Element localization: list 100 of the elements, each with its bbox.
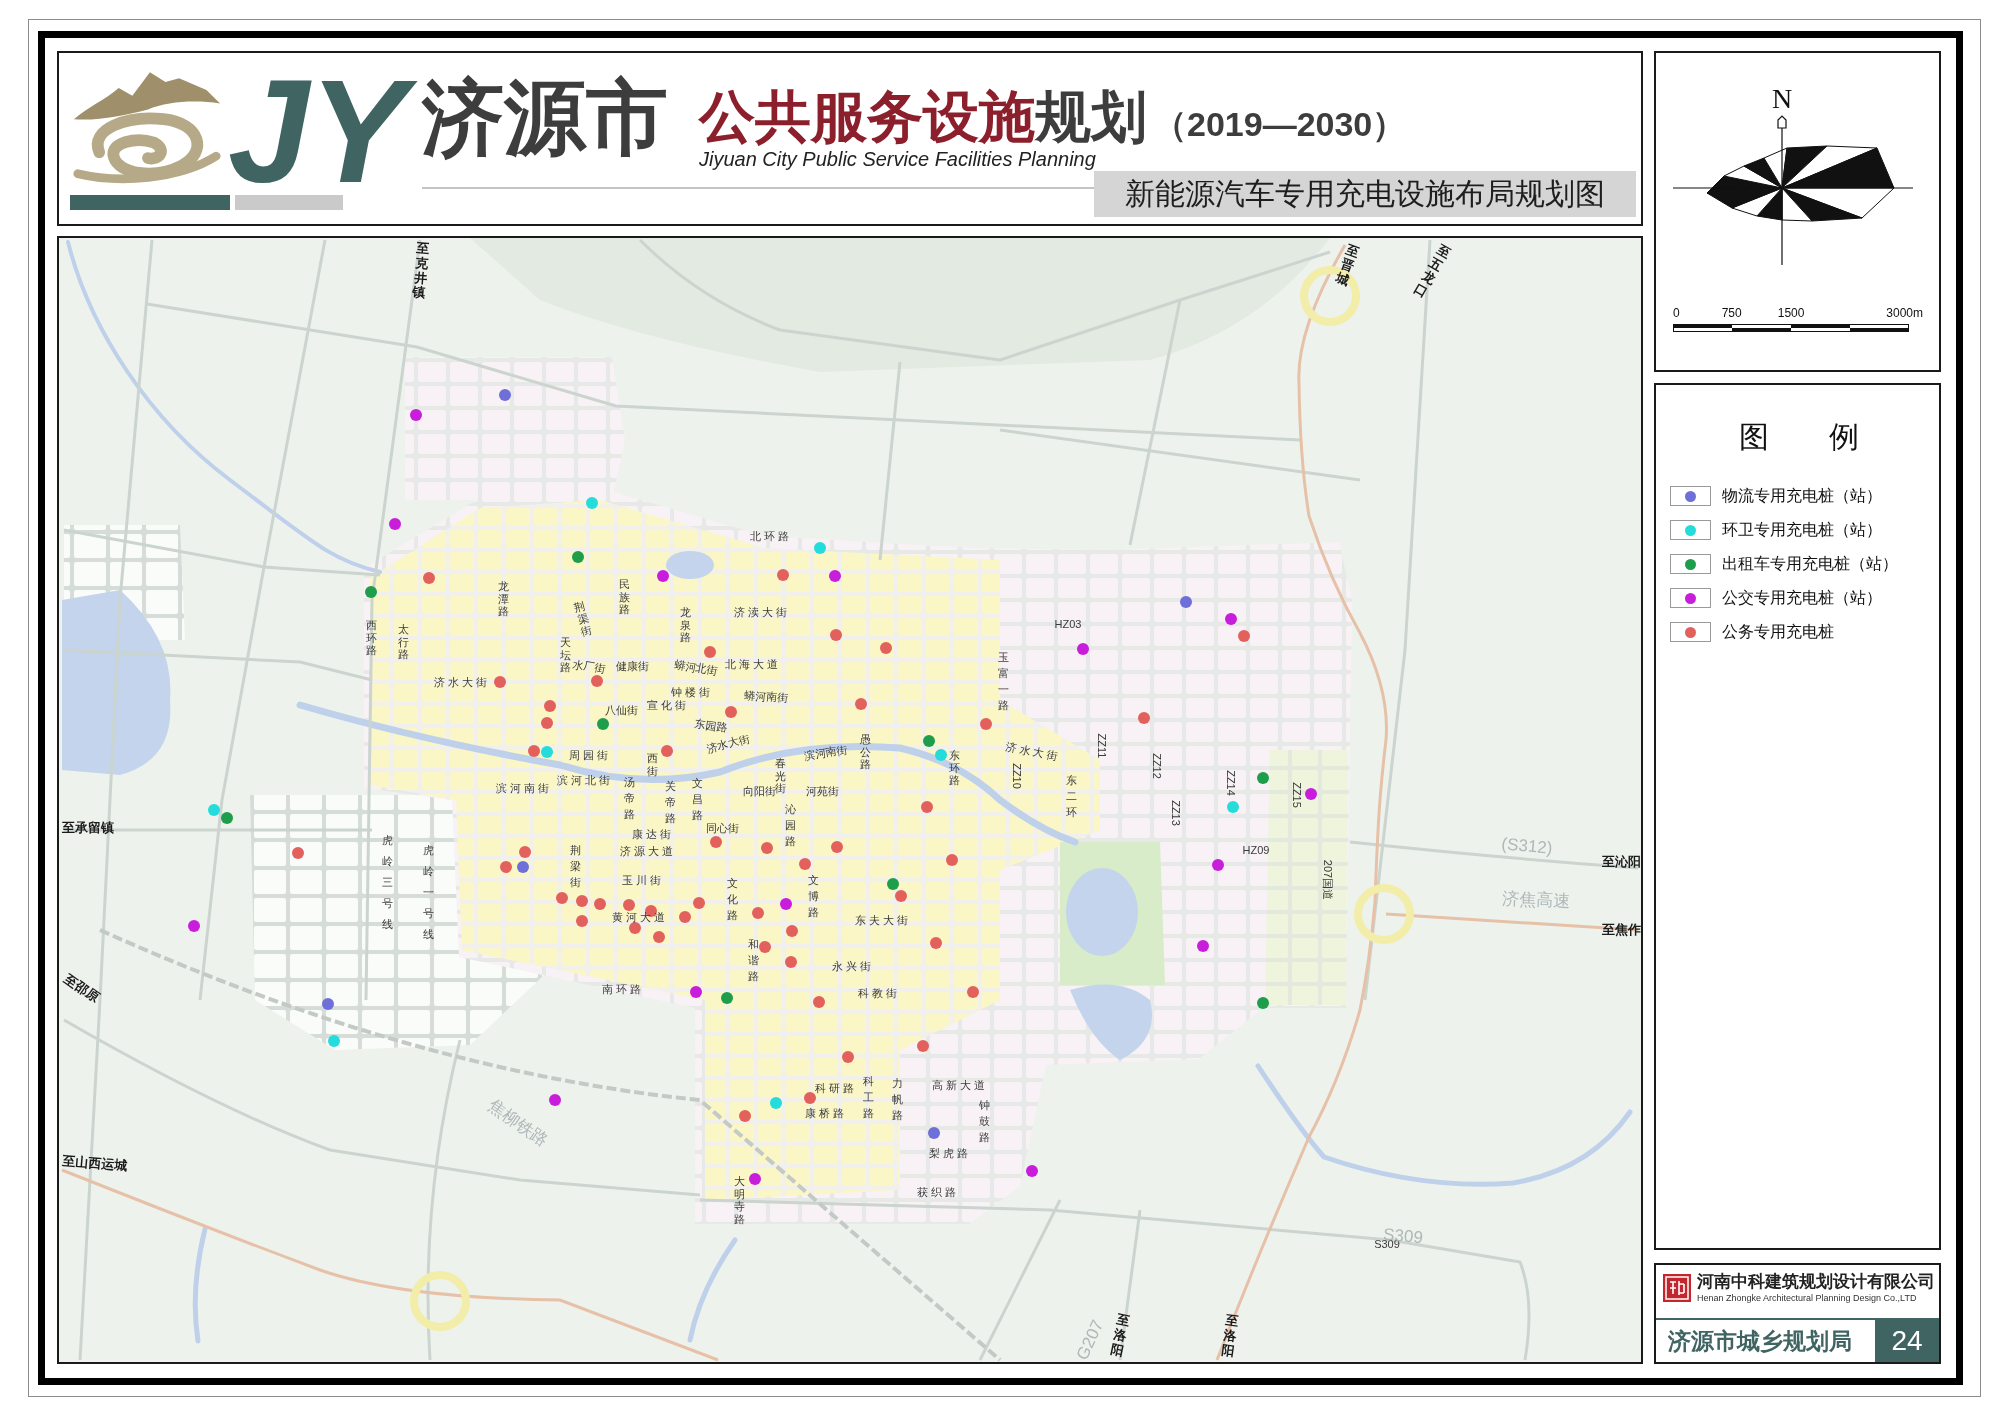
- destination-label: 至洛阳: [1109, 1312, 1131, 1360]
- street-label: 梨虎路: [929, 1147, 971, 1159]
- street-label: 滨河南街: [496, 782, 552, 794]
- client-name: 济源市城乡规划局: [1668, 1329, 1852, 1353]
- street-label: 济源大道: [620, 845, 676, 857]
- title-english: Jiyuan City Public Service Facilities Planning: [699, 149, 1097, 169]
- page-number: 24: [1875, 1320, 1939, 1362]
- street-label: 东园路: [693, 718, 729, 734]
- street-label: 钟鼓路: [978, 1098, 990, 1145]
- destination-label: 至克井镇: [411, 240, 431, 302]
- destination-label: 至邵原: [62, 971, 102, 1005]
- street-label: 康达街: [632, 828, 674, 840]
- map-title: 新能源汽车专用充电设施布局规划图: [1094, 171, 1636, 217]
- street-label: 蟒河南街: [743, 689, 789, 705]
- road-code-label: ZZ12: [1150, 753, 1162, 779]
- street-label: 愚公路: [859, 733, 871, 771]
- street-label: 八仙街: [604, 704, 638, 716]
- route-label: 济焦高速: [1501, 889, 1571, 911]
- street-label: 科教街: [858, 987, 900, 999]
- legend-label: 出租车专用充电桩（站）: [1722, 556, 1898, 572]
- street-label: 文博路: [807, 873, 819, 920]
- title-city: 济源市: [422, 77, 668, 159]
- street-label: 科研路: [815, 1082, 857, 1094]
- street-label: 向阳街: [742, 785, 776, 797]
- street-label: 虎岭三号线: [381, 832, 393, 932]
- street-label: 蟒河北街: [673, 658, 719, 678]
- destination-label: 至沁阳: [1601, 854, 1641, 868]
- title-topic: 公共服务设施: [699, 89, 1035, 145]
- street-label: 东二环: [1065, 773, 1077, 820]
- street-label: 太行路: [397, 623, 409, 661]
- street-label: 滨河北街: [557, 774, 613, 786]
- route-label: (S312): [1500, 835, 1554, 857]
- scale-label: 1500: [1777, 307, 1805, 319]
- destination-label: 至五龙口: [1411, 242, 1453, 302]
- street-label: 健康街: [615, 660, 649, 672]
- street-label: 永兴街: [832, 960, 874, 972]
- company-name-english: Henan Zhongke Architectural Planning Design Co.,LTD: [1697, 1294, 1918, 1303]
- street-label: 汤帝路: [623, 775, 635, 822]
- logo-lettering: JY: [222, 70, 419, 194]
- road-code-label: ZZ15: [1290, 782, 1302, 808]
- street-label: 获织路: [917, 1186, 959, 1198]
- interchange-ring: [410, 1271, 470, 1331]
- street-label: 东环路: [948, 749, 960, 787]
- street-label: 济水大街: [1004, 740, 1062, 764]
- road-code-label: HZ09: [1242, 844, 1270, 856]
- scale-label: 3000m: [1886, 307, 1923, 319]
- street-label: 文化路: [726, 876, 738, 923]
- street-label: 龙潭路: [497, 580, 509, 618]
- road-code-label: ZZ13: [1169, 800, 1181, 826]
- street-label: 天坛路: [559, 636, 571, 674]
- seal-logo-icon: [1663, 1274, 1691, 1302]
- road-code-label: ZZ14: [1224, 770, 1236, 796]
- street-label: 荆渠街: [572, 599, 594, 639]
- lake: [666, 551, 714, 579]
- title-years: （2019—2030）: [1153, 107, 1407, 141]
- street-label: 滨河南街: [803, 744, 849, 762]
- destination-label: 至焦作: [1601, 922, 1641, 936]
- route-label: G207: [1073, 1317, 1107, 1362]
- street-label: 虎岭一号线: [422, 842, 434, 942]
- north-label: N: [1772, 85, 1793, 113]
- legend-label: 物流专用充电桩（站）: [1722, 488, 1882, 504]
- scale-label: 750: [1721, 307, 1742, 319]
- street-label: 和谐路: [747, 937, 759, 984]
- street-label: 北环路: [750, 530, 792, 542]
- road-code-label: ZZ11: [1095, 733, 1107, 759]
- street-label: 大明寺路: [733, 1174, 745, 1226]
- street-label: 科工路: [862, 1074, 874, 1121]
- street-label: 力帆路: [891, 1076, 903, 1123]
- street-label: 河苑街: [805, 785, 839, 797]
- legend-label: 公交专用充电桩（站）: [1722, 590, 1882, 606]
- road-code-label: 207国道: [1321, 859, 1333, 901]
- street-label: 玉川街: [622, 874, 664, 886]
- street-label: 沁园路: [784, 802, 796, 849]
- street-label: 康桥路: [805, 1107, 847, 1119]
- street-label: 水厂街: [571, 658, 607, 676]
- street-label: 玉富一路: [997, 650, 1009, 713]
- route-label: 焦柳铁路: [485, 1096, 551, 1150]
- street-label: 荆梁街: [569, 843, 581, 890]
- title-suffix: 规划: [1035, 89, 1147, 145]
- legend-title: 图 例: [1739, 422, 1886, 452]
- street-label: 民族路: [618, 578, 630, 616]
- street-label: 北海大道: [725, 658, 781, 670]
- street-label: 济水大街: [705, 733, 751, 755]
- street-label: 宣化街: [647, 699, 689, 711]
- street-label: 同心街: [705, 822, 739, 834]
- street-label: 黄河大道: [612, 911, 668, 923]
- scale-label: 0: [1673, 307, 1680, 319]
- destination-label: 至洛阳: [1220, 1312, 1240, 1360]
- legend-label: 环卫专用充电桩（站）: [1722, 522, 1882, 538]
- street-label: 西街: [646, 752, 658, 778]
- street-label: 高新大道: [932, 1079, 988, 1091]
- street-label: 西环路: [365, 619, 377, 657]
- street-label: 济水大街: [434, 676, 490, 688]
- street-label: 春光街: [774, 757, 786, 795]
- street-label: 东夫大街: [855, 914, 911, 926]
- company-name: 河南中科建筑规划设计有限公司: [1697, 1273, 1935, 1290]
- destination-label: 至晋城: [1333, 242, 1361, 290]
- street-label: 南环路: [602, 983, 644, 995]
- street-label: 钟楼街: [671, 686, 713, 698]
- legend-label: 公务专用充电桩: [1722, 624, 1834, 640]
